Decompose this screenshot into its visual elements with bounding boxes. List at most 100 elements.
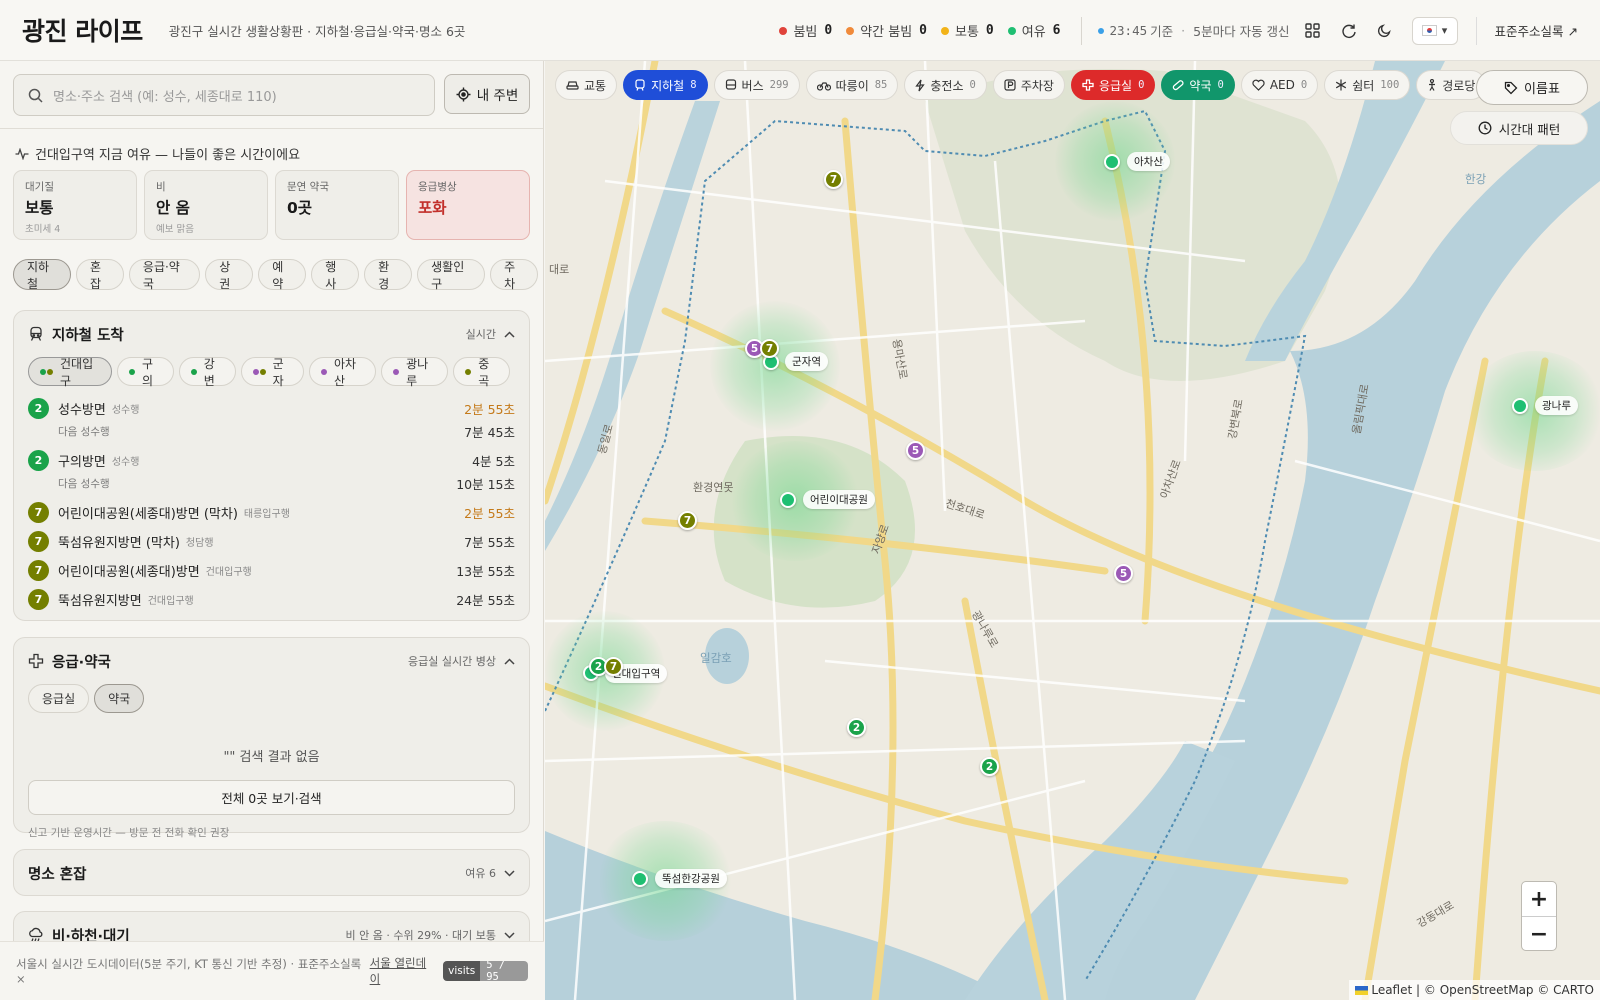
subway-marker[interactable]: 5 <box>1114 564 1133 583</box>
dark-mode-icon[interactable] <box>1372 18 1398 44</box>
chip-reservation[interactable]: 예약 <box>258 259 307 291</box>
chevron-down-icon <box>504 931 515 939</box>
leaflet-link[interactable]: Leaflet <box>1371 983 1412 997</box>
legend-slightly-busy: 약간 붐빔 0 <box>846 21 927 40</box>
station-tab-konkuk[interactable]: 건대입구 <box>28 357 112 388</box>
rain-card[interactable]: 비안 옴 예보 맑음 <box>144 170 268 240</box>
station-tab-gangbyeon[interactable]: 강변 <box>178 357 236 388</box>
layer-parking[interactable]: 주차장 <box>992 70 1065 100</box>
chip-environment[interactable]: 환경 <box>364 259 413 291</box>
zoom-out-button[interactable]: − <box>1522 917 1556 950</box>
map-label: 환경연못 <box>693 481 734 494</box>
heart-icon <box>1252 79 1265 91</box>
layer-bus[interactable]: 버스 299 <box>713 70 800 100</box>
chip-parking[interactable]: 주차 <box>490 259 539 291</box>
near-me-button[interactable]: 내 주변 <box>444 74 530 114</box>
update-time: 23:45 기준 · 5분마다 자동 갱신 <box>1097 21 1290 40</box>
er-beds-card[interactable]: 응급병상 포화 <box>406 170 530 240</box>
arrival-row: 7 뚝섬유원지방면 (막차) 청담행 7분 55초 <box>28 529 515 553</box>
map-attribution: Leaflet | © OpenStreetMap © CARTO <box>1349 980 1600 1000</box>
train-icon <box>30 326 42 341</box>
station-tab-junggok[interactable]: 중곡 <box>453 357 511 388</box>
pulse-icon <box>15 147 29 160</box>
train-icon <box>635 78 645 91</box>
place-marker[interactable] <box>632 871 648 887</box>
chip-events[interactable]: 행사 <box>311 259 360 291</box>
layer-bike[interactable]: 따릉이 85 <box>805 70 899 100</box>
car-icon <box>566 81 579 90</box>
bolt-icon <box>915 79 926 91</box>
app-header: 광진 라이프 광진구 실시간 생활상황판 · 지하철·응급실·약국·명소 6곳 … <box>0 0 1600 61</box>
sidebar: 명소·주소 검색 (예: 성수, 세종대로 110) 내 주변 건대입구역 지금… <box>0 61 544 1000</box>
legend-normal: 보통 0 <box>941 21 994 40</box>
subway-marker[interactable]: 7 <box>824 170 843 189</box>
language-select[interactable]: ▾ <box>1411 16 1458 45</box>
layer-shelter[interactable]: 쉼터 100 <box>1324 70 1411 100</box>
layer-traffic[interactable]: 교통 <box>555 70 618 100</box>
station-tab-achasan[interactable]: 아차산 <box>308 357 377 388</box>
place-label[interactable]: 뚝섬한강공원 <box>655 869 727 888</box>
subway-marker[interactable]: 2 <box>847 718 866 737</box>
place-label[interactable]: 광나루 <box>1535 396 1578 415</box>
refresh-icon[interactable] <box>1336 18 1362 44</box>
address-link[interactable]: 표준주소실록 ↗ <box>1475 16 1578 45</box>
place-marker[interactable] <box>780 492 796 508</box>
layer-subway[interactable]: 지하철 8 <box>623 70 708 100</box>
subway-marker[interactable]: 7 <box>678 511 697 530</box>
chevron-down-icon: ▾ <box>1441 24 1448 37</box>
name-tag-button[interactable]: 이름표 <box>1476 70 1588 105</box>
status-message: 건대입구역 지금 여유 — 나들이 좋은 시간이에요 <box>15 144 300 163</box>
snowflake-icon <box>1336 79 1347 91</box>
source-note: 서울시 실시간 도시데이터(5분 주기, KT 통신 기반 추정) · 표준주소… <box>16 957 362 986</box>
tag-icon <box>1504 81 1518 94</box>
time-pattern-button[interactable]: 시간대 패턴 <box>1450 111 1588 145</box>
arrival-row: 7 어린이대공원(세종대)방면 건대입구행 13분 55초 <box>28 558 515 582</box>
chip-congestion[interactable]: 혼잡 <box>75 259 124 291</box>
air-quality-card[interactable]: 대기질 보통 초미세 4 <box>13 170 137 240</box>
subway-marker[interactable]: 7 <box>604 657 623 676</box>
place-label[interactable]: 어린이대공원 <box>803 490 875 509</box>
layer-toolbar: 교통 지하철 8 버스 299 따릉이 85 충전소 0 주차장 응급실 0 약국 0 AE… <box>555 70 1492 100</box>
map[interactable]: 환경연못 일감호 한강 천호대로 광나루로 자양로 용마산로 강변북로 아차산로… <box>545 61 1600 1000</box>
layer-er[interactable]: 응급실 0 <box>1070 70 1156 100</box>
chip-emergency[interactable]: 응급·약국 <box>128 259 201 291</box>
place-marker[interactable] <box>1104 154 1120 170</box>
app-subtitle: 광진구 실시간 생활상황판 · 지하철·응급실·약국·명소 6곳 <box>168 23 466 39</box>
pill-icon <box>1173 80 1184 91</box>
subway-panel-header[interactable]: 지하철 도착 실시간 <box>14 311 529 357</box>
station-tab-gwangnaru[interactable]: 광나루 <box>381 357 449 388</box>
place-label[interactable]: 아차산 <box>1127 152 1170 171</box>
grid-view-icon[interactable] <box>1300 18 1326 44</box>
station-tab-gunja[interactable]: 군자 <box>240 357 304 388</box>
chip-commerce[interactable]: 상권 <box>205 259 254 291</box>
pharmacy-card[interactable]: 문연 약국 0곳 <box>275 170 399 240</box>
subway-marker[interactable]: 5 <box>906 441 925 460</box>
station-tab-guui[interactable]: 구의 <box>116 357 174 388</box>
person-icon <box>1429 79 1436 91</box>
search-input[interactable]: 명소·주소 검색 (예: 성수, 세종대로 110) <box>13 74 435 116</box>
layer-charger[interactable]: 충전소 0 <box>904 70 987 100</box>
view-all-button[interactable]: 전체 0곳 보기·검색 <box>28 780 515 815</box>
zoom-in-button[interactable]: + <box>1522 882 1556 917</box>
subway-marker[interactable]: 7 <box>760 339 779 358</box>
chevron-up-icon <box>504 657 515 665</box>
tab-pharmacy[interactable]: 약국 <box>94 684 145 713</box>
tab-er[interactable]: 응급실 <box>28 684 90 713</box>
place-label[interactable]: 군자역 <box>785 352 828 371</box>
place-marker[interactable] <box>1512 398 1528 414</box>
layer-aed[interactable]: AED 0 <box>1240 70 1319 100</box>
hours-note: 신고 기반 운영시간 — 방문 전 전화 확인 권장 <box>28 827 230 839</box>
bus-icon <box>725 78 736 90</box>
ukraine-flag-icon <box>1355 985 1369 995</box>
chip-population[interactable]: 생활인구 <box>417 259 486 291</box>
crowd-panel[interactable]: 명소 혼잡 여유 6 <box>13 849 530 896</box>
subway-panel: 지하철 도착 실시간 건대입구 구의 강변 군자 아차산 광나루 중곡 2 성수방… <box>13 310 530 621</box>
footer: 서울시 실시간 도시데이터(5분 주기, KT 통신 기반 추정) · 표준주소… <box>0 941 544 1000</box>
chip-subway[interactable]: 지하철 <box>13 259 71 291</box>
layer-pharmacy[interactable]: 약국 0 <box>1161 70 1235 100</box>
emergency-panel-header[interactable]: 응급·약국 응급실 실시간 병상 <box>14 638 529 684</box>
subway-marker[interactable]: 2 <box>980 757 999 776</box>
map-label: 일감호 <box>700 651 732 665</box>
open-data-link[interactable]: 서울 열린데이 <box>370 955 435 987</box>
arrival-next-row: 다음 성수행 7분 45초 <box>58 424 515 440</box>
